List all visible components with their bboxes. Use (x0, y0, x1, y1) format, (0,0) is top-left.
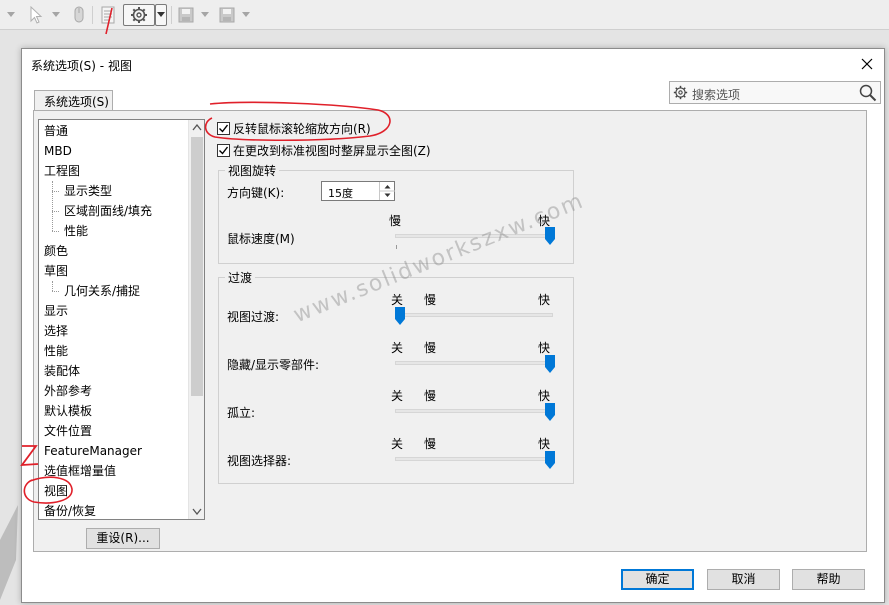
tree-item[interactable]: 显示 (44, 301, 68, 321)
reset-button[interactable]: 重设(R)... (86, 528, 160, 549)
tree-connector (52, 281, 53, 291)
slider-tick (396, 245, 397, 249)
ok-button[interactable]: 确定 (621, 569, 694, 590)
tree-item[interactable]: 几何关系/捕捉 (64, 281, 140, 301)
tree-connector (52, 231, 59, 232)
zoom-to-fit-option[interactable]: 在更改到标准视图时整屏显示全图(Z) (217, 141, 431, 159)
chevron-down-icon[interactable] (155, 4, 167, 26)
tree-item[interactable]: 选择 (44, 321, 68, 341)
transition-slider[interactable] (395, 457, 553, 461)
app-toolbar (0, 0, 889, 30)
transition-off-label: 关 (391, 389, 404, 403)
spin-buttons[interactable] (379, 182, 395, 200)
search-icon[interactable] (859, 84, 877, 105)
tree-item[interactable]: 显示类型 (64, 181, 112, 201)
transition-fast-label: 快 (538, 389, 551, 403)
reverse-wheel-label: 反转鼠标滚轮缩放方向(R) (233, 121, 371, 136)
system-options-dialog: 系统选项(S) - 视图 系统选项(S) 搜索选项 普通 MBD 工程图 显示类型 区域… (21, 48, 885, 603)
transition-slow-label: 慢 (424, 389, 437, 403)
mouse-speed-label: 鼠标速度(M) (227, 232, 295, 246)
save-icon[interactable] (175, 4, 197, 26)
mouse-speed-thumb[interactable] (545, 227, 555, 245)
transition-fast-label: 快 (538, 341, 551, 355)
transition-off-label: 关 (391, 341, 404, 355)
zoom-to-fit-label: 在更改到标准视图时整屏显示全图(Z) (233, 143, 431, 158)
tree-item[interactable]: 选值框增量值 (44, 461, 116, 481)
transition-slider[interactable] (395, 313, 553, 317)
tree-item[interactable]: 草图 (44, 261, 68, 281)
transition-slider-thumb[interactable] (545, 403, 555, 421)
dropdown-arrow-icon[interactable] (4, 4, 18, 26)
tree-item[interactable]: 性能 (64, 221, 88, 241)
tab-system-options[interactable]: 系统选项(S) (34, 90, 113, 110)
tree-connector (52, 191, 59, 192)
transition-slider[interactable] (395, 409, 553, 413)
zoom-to-fit-checkbox[interactable] (217, 143, 230, 157)
transitions-title: 过渡 (225, 269, 256, 286)
tree-item[interactable]: 区域剖面线/填充 (64, 201, 152, 221)
scroll-up-icon[interactable] (192, 124, 202, 131)
tree-item[interactable]: 普通 (44, 121, 68, 141)
toolbar-separator (92, 6, 93, 24)
tree-item[interactable]: 外部参考 (44, 381, 92, 401)
transition-slow-label: 慢 (424, 437, 437, 451)
search-options-box[interactable]: 搜索选项 (669, 81, 881, 104)
options-gear-icon[interactable] (123, 4, 155, 26)
reverse-wheel-option[interactable]: 反转鼠标滚轮缩放方向(R) (217, 119, 371, 137)
tree-item[interactable]: 工程图 (44, 161, 80, 181)
options-tree[interactable]: 普通 MBD 工程图 显示类型 区域剖面线/填充 性能 颜色 草图 几何关系/捕捉 显示 选择 性能装… (38, 119, 205, 520)
transition-row-label: 孤立: (227, 406, 256, 420)
tree-item[interactable]: FeatureManager (44, 441, 142, 461)
tree-item[interactable]: MBD (44, 141, 72, 161)
search-input[interactable]: 搜索选项 (692, 86, 740, 103)
transition-slider-thumb[interactable] (545, 355, 555, 373)
transition-slider-thumb[interactable] (545, 451, 555, 469)
close-icon[interactable] (858, 55, 876, 73)
scroll-thumb[interactable] (191, 137, 203, 396)
tree-connector (52, 211, 59, 212)
toolbar-separator (171, 6, 172, 24)
tree-item[interactable]: 默认模板 (44, 401, 92, 421)
gear-icon (673, 85, 688, 103)
dropdown-arrow-icon[interactable] (199, 4, 211, 26)
arrow-keys-spinbox[interactable]: 15度 (321, 181, 395, 201)
cancel-button[interactable]: 取消 (707, 569, 780, 590)
scroll-down-icon[interactable] (192, 508, 202, 515)
transition-row-label: 视图选择器: (227, 454, 292, 468)
dropdown-arrow-icon[interactable] (50, 4, 62, 26)
transition-slider-thumb[interactable] (395, 307, 405, 325)
arrow-keys-label: 方向键(K): (227, 186, 285, 200)
arrow-keys-value[interactable]: 15度 (328, 185, 353, 201)
mouse-icon[interactable] (70, 4, 88, 26)
transition-off-label: 关 (391, 437, 404, 451)
transition-slow-label: 慢 (424, 293, 437, 307)
transition-row-label: 视图过渡: (227, 310, 280, 324)
tree-item[interactable]: 视图 (44, 481, 68, 501)
transition-fast-label: 快 (538, 293, 551, 307)
transition-row-label: 隐藏/显示零部件: (227, 358, 320, 372)
document-properties-icon[interactable] (98, 4, 118, 26)
tree-scrollbar[interactable] (188, 120, 204, 519)
tree-item[interactable]: 备份/恢复 (44, 501, 96, 519)
tree-item[interactable]: 文件位置 (44, 421, 92, 441)
transition-fast-label: 快 (538, 437, 551, 451)
tree-item[interactable]: 装配体 (44, 361, 80, 381)
view-rotation-title: 视图旋转 (225, 162, 280, 179)
transition-off-label: 关 (391, 293, 404, 307)
transition-slow-label: 慢 (424, 341, 437, 355)
dropdown-arrow-icon[interactable] (240, 4, 252, 26)
tree-item[interactable]: 性能 (44, 341, 68, 361)
dialog-title: 系统选项(S) - 视图 (31, 59, 132, 73)
save-as-icon[interactable] (216, 4, 238, 26)
reverse-wheel-checkbox[interactable] (217, 121, 230, 135)
tree-connector (52, 181, 53, 231)
rotation-slow-label: 慢 (389, 214, 402, 228)
select-pointer-icon[interactable] (26, 4, 46, 26)
tree-connector (52, 291, 59, 292)
help-button[interactable]: 帮助 (792, 569, 865, 590)
tree-item[interactable]: 颜色 (44, 241, 68, 261)
transition-slider[interactable] (395, 361, 553, 365)
